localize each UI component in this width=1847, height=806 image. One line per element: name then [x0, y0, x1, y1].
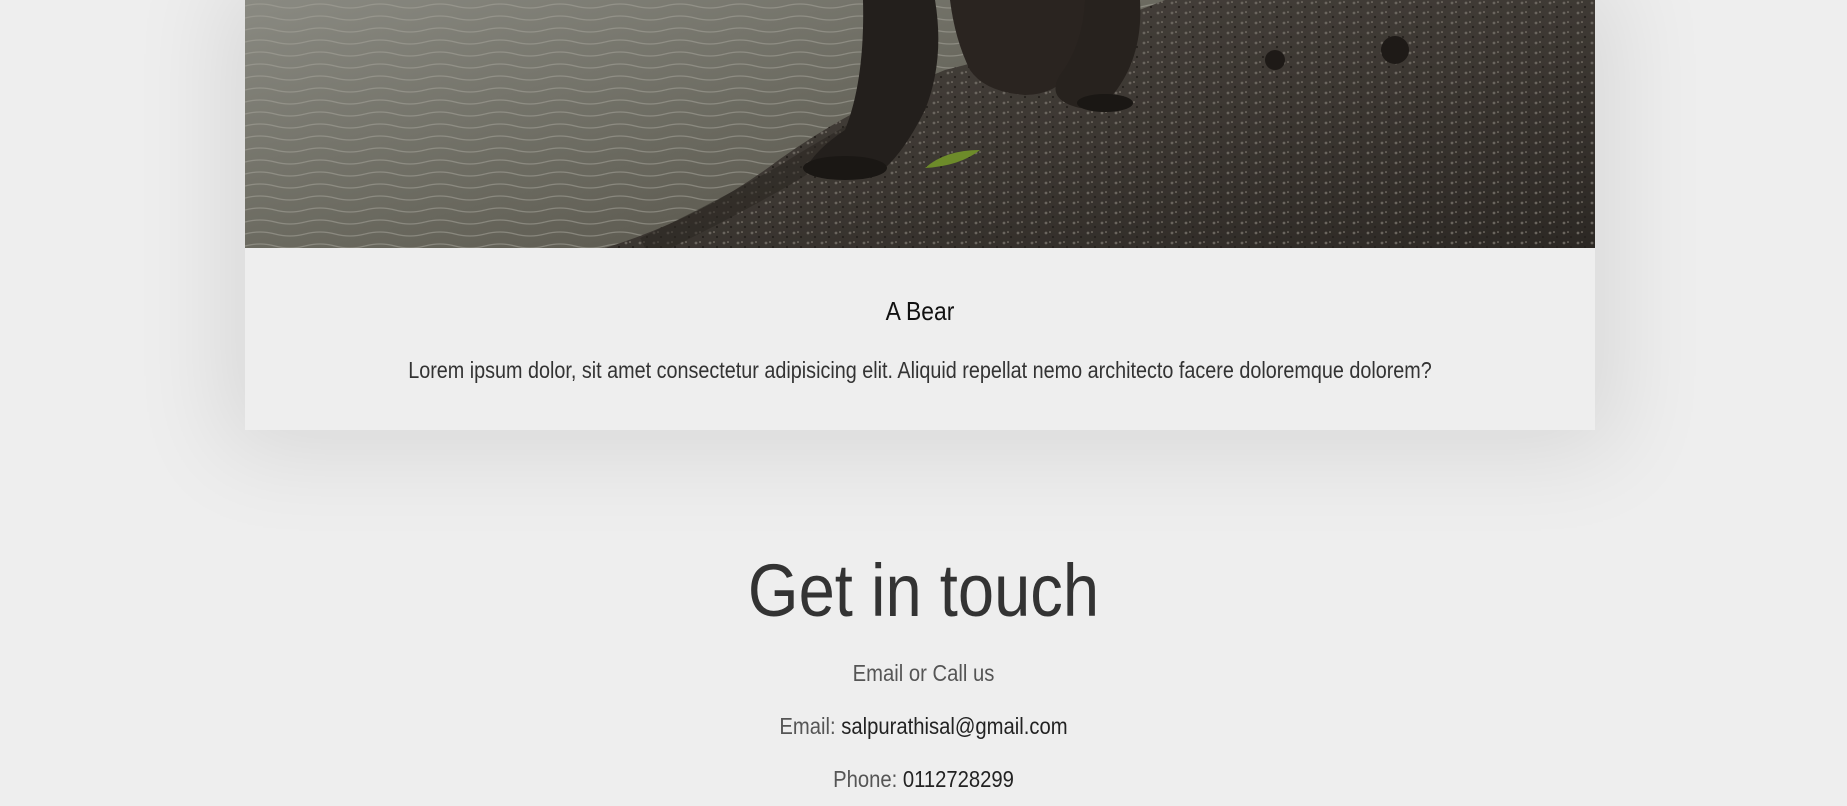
card-title: A Bear: [885, 296, 955, 326]
card-body: A Bear Lorem ipsum dolor, sit amet conse…: [245, 248, 1595, 430]
card-description: Lorem ipsum dolor, sit amet consectetur …: [408, 357, 1432, 383]
email-link[interactable]: salpurathisal@gmail.com: [841, 713, 1067, 739]
contact-email-line: Email: salpurathisal@gmail.com: [111, 713, 1736, 740]
gallery-card: A Bear Lorem ipsum dolor, sit amet conse…: [245, 0, 1595, 430]
card-image: [245, 0, 1595, 248]
page: A Bear Lorem ipsum dolor, sit amet conse…: [0, 0, 1847, 806]
phone-label: Phone:: [833, 766, 903, 792]
contact-phone-line: Phone: 0112728299: [111, 766, 1736, 793]
phone-link[interactable]: 0112728299: [903, 766, 1014, 792]
contact-subheading: Email or Call us: [852, 660, 995, 686]
contact-heading: Get in touch: [747, 549, 1100, 632]
email-label: Email:: [779, 713, 842, 739]
